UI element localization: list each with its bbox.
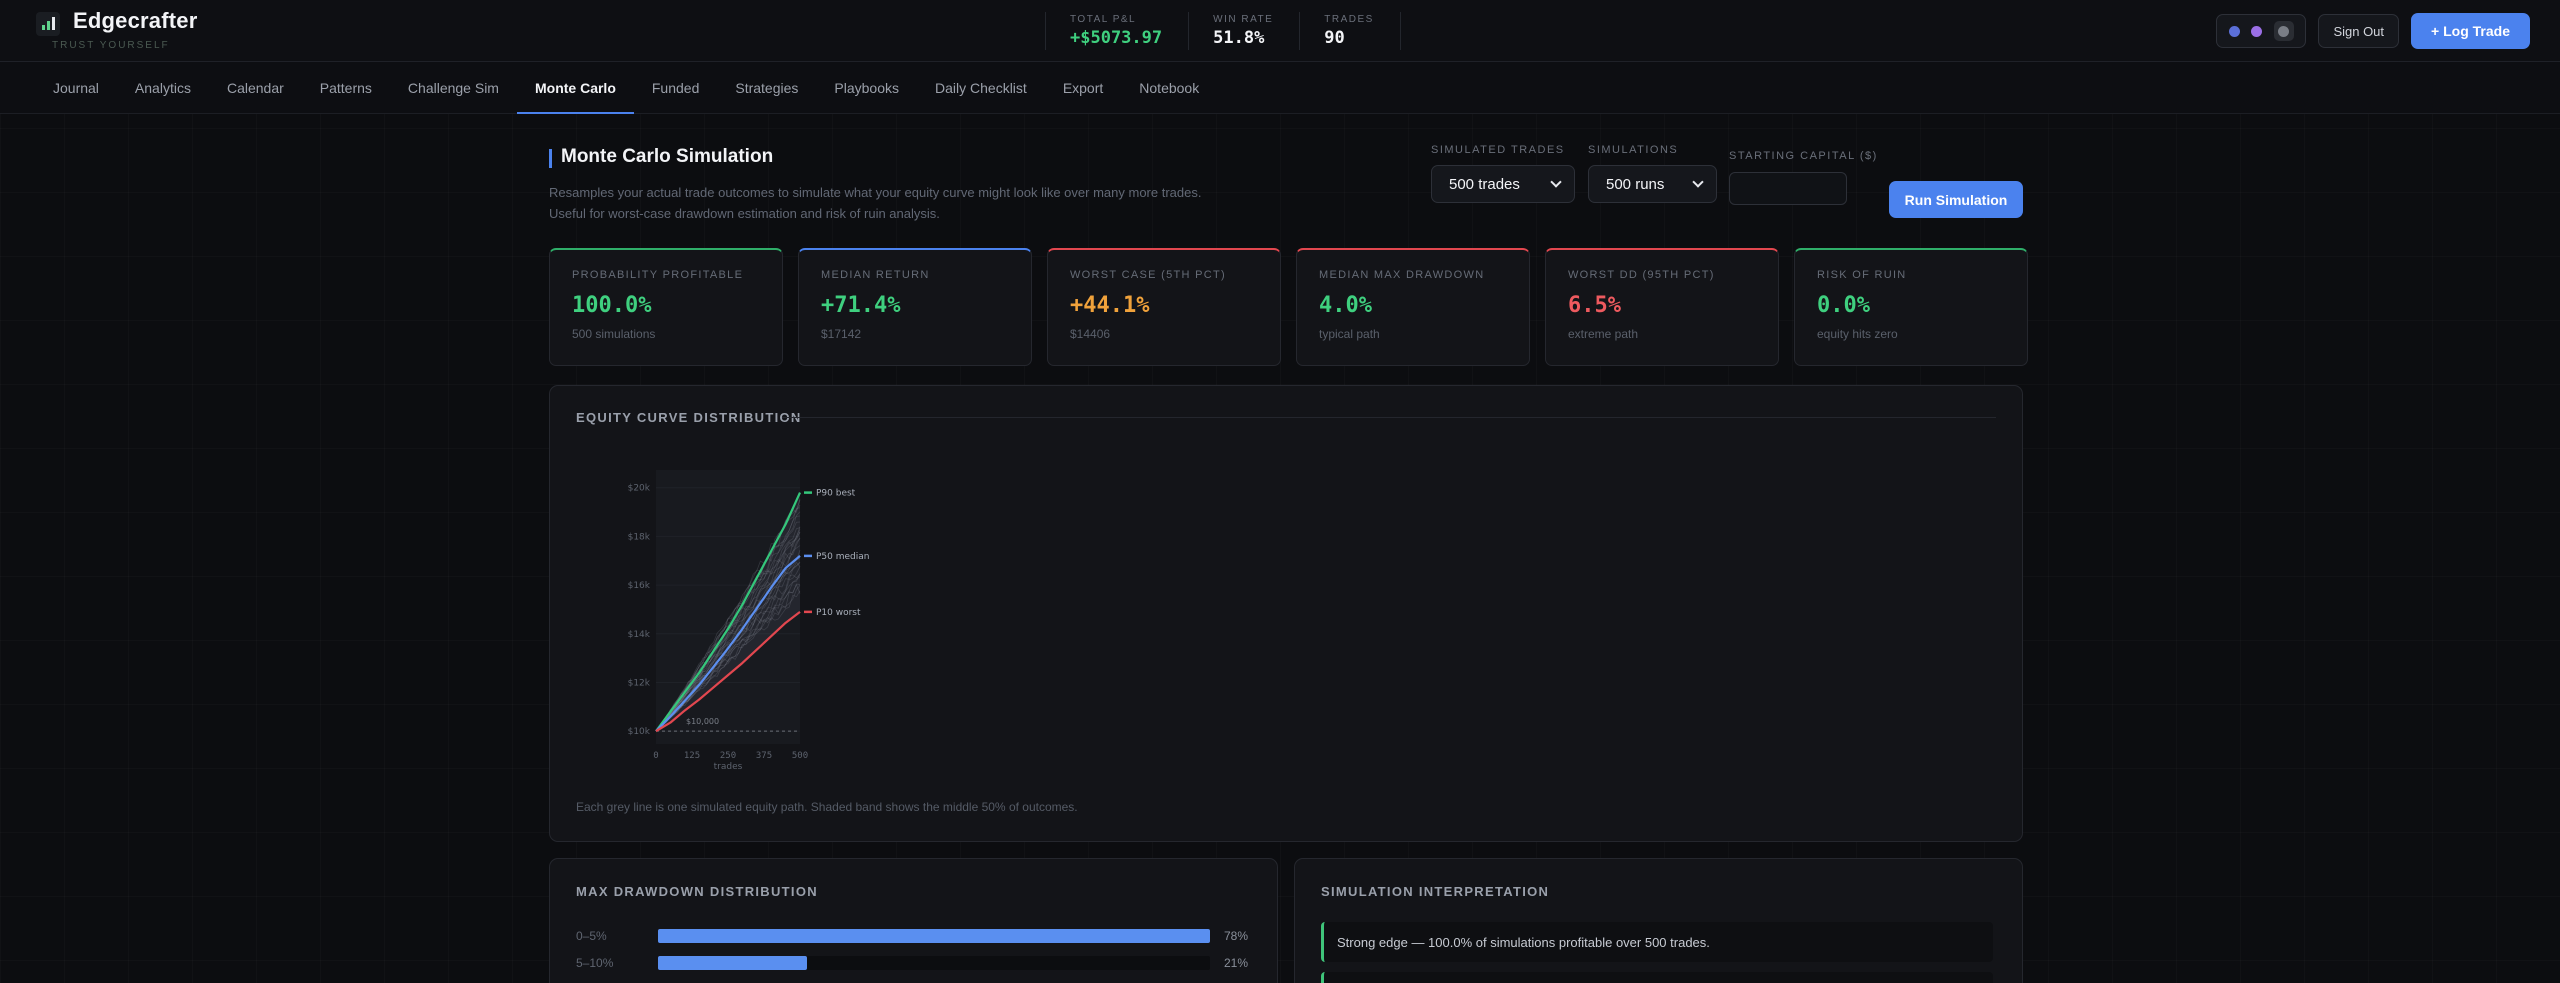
drawdown-bar [658,956,807,970]
card-value: +44.1% [1070,293,1150,318]
stat-win-rate: WIN RATE 51.8% [1189,12,1301,50]
stat-card-probability-profitable: PROBABILITY PROFITABLE 100.0% 500 simulati… [549,248,783,366]
stat-card-worst-case-5th-pct: WORST CASE (5TH PCT) +44.1% $14406 [1047,248,1281,366]
tab-patterns[interactable]: Patterns [302,62,390,114]
run-simulation-button[interactable]: Run Simulation [1889,181,2023,218]
card-label: MEDIAN MAX DRAWDOWN [1319,269,1485,281]
equity-chart-note: Each grey line is one simulated equity p… [576,800,1078,814]
tab-journal[interactable]: Journal [35,62,117,114]
starting-capital-control: STARTING CAPITAL ($) [1729,150,1878,205]
tab-analytics[interactable]: Analytics [117,62,209,114]
stat-cards: PROBABILITY PROFITABLE 100.0% 500 simulati… [549,248,2028,366]
drawdown-bucket-label: 0–5% [576,929,607,943]
tab-notebook[interactable]: Notebook [1121,62,1217,114]
drawdown-bucket-label: 5–10% [576,956,614,970]
chart-bars-icon [36,12,60,36]
tab-calendar[interactable]: Calendar [209,62,302,114]
drawdown-bar [658,929,1210,943]
tab-daily-checklist[interactable]: Daily Checklist [917,62,1045,114]
card-label: WORST CASE (5TH PCT) [1070,269,1226,281]
tab-export[interactable]: Export [1045,62,1121,114]
interpretation-item: Strong edge — 100.0% of simulations prof… [1321,922,1993,962]
simulations-select[interactable]: 500 runs [1588,165,1717,203]
app-tagline: TRUST YOURSELF [52,40,170,51]
series-label: P50 median [816,552,869,562]
simulated-trades-select[interactable]: 500 trades [1431,165,1575,203]
card-label: PROBABILITY PROFITABLE [572,269,744,281]
stat-card-median-max-drawdown: MEDIAN MAX DRAWDOWN 4.0% typical path [1296,248,1530,366]
y-tick-label: $20k [628,484,651,494]
x-tick-label: 125 [684,751,700,761]
theme-dot-purple[interactable] [2251,25,2263,37]
card-sub: typical path [1319,327,1380,341]
page-description: Resamples your actual trade outcomes to … [549,185,1202,221]
drawdown-bar-track [658,929,1210,943]
drawdown-bar-track [658,956,1210,970]
y-tick-label: $12k [628,678,651,688]
x-tick-label: 375 [756,751,772,761]
x-axis-label: trades [714,762,743,772]
stat-card-median-return: MEDIAN RETURN +71.4% $17142 [798,248,1032,366]
card-value: 4.0% [1319,293,1372,318]
main-nav: Journal Analytics Calendar Patterns Challeng… [0,62,2560,114]
card-sub: $17142 [821,327,862,341]
card-label: WORST DD (95TH PCT) [1568,269,1715,281]
y-tick-label: $10k [628,727,651,737]
equity-curve-chart: $10k $12k $14k $16k $18k $20k 0 125 250 375 500 tra… [628,470,869,772]
tab-monte-carlo[interactable]: Monte Carlo [516,62,634,114]
starting-capital-input[interactable] [1729,172,1847,205]
card-sub: 500 simulations [572,327,656,341]
series-label: P90 best [816,489,856,499]
y-tick-label: $14k [628,630,651,640]
card-value: +71.4% [821,293,901,318]
drawdown-panel-title: MAX DRAWDOWN DISTRIBUTION [576,884,818,899]
card-value: 6.5% [1568,293,1621,318]
drawdown-row: 0–5% 78% [576,929,1256,943]
tab-strategies[interactable]: Strategies [717,62,816,114]
baseline-label: $10,000 [686,717,719,726]
interpretation-item [1321,972,1993,983]
simulated-trades-control: SIMULATED TRADES 500 trades [1431,144,1575,203]
x-tick-label: 250 [720,751,736,761]
tab-funded[interactable]: Funded [634,62,717,114]
theme-switcher [2216,14,2307,48]
sign-out-button[interactable]: Sign Out [2318,14,2400,48]
card-sub: equity hits zero [1817,327,1898,341]
simulations-control: SIMULATIONS 500 runs [1588,144,1717,203]
tab-playbooks[interactable]: Playbooks [816,62,917,114]
title-accent [549,149,552,168]
equity-curve-panel: EQUITY CURVE DISTRIBUTION $10k $12k $14k $1… [549,385,2023,842]
x-tick-label: 500 [792,751,808,761]
page-title: Monte Carlo Simulation [561,146,774,167]
card-value: 100.0% [572,293,652,318]
drawdown-row: 5–10% 21% [576,956,1256,970]
interpretation-panel-title: SIMULATION INTERPRETATION [1321,884,1550,899]
stat-total-pnl: TOTAL P&L +$5073.97 [1046,12,1190,50]
app-header: Edgecrafter TRUST YOURSELF TOTAL P&L +$5… [0,0,2560,62]
card-sub: $14406 [1070,327,1111,341]
stat-card-risk-of-ruin: RISK OF RUIN 0.0% equity hits zero [1794,248,2028,366]
series-label: P10 worst [816,608,861,618]
chevron-down-icon [1550,176,1562,188]
stat-card-worst-dd-95th-pct: WORST DD (95TH PCT) 6.5% extreme path [1545,248,1779,366]
theme-dot-blue[interactable] [2229,25,2241,37]
log-trade-button[interactable]: + Log Trade [2411,13,2530,49]
header-stats: TOTAL P&L +$5073.97 WIN RATE 51.8% TRADE… [1045,12,1401,50]
card-value: 0.0% [1817,293,1870,318]
x-tick-label: 0 [653,751,658,761]
drawdown-bucket-pct: 78% [1224,929,1249,943]
drawdown-bucket-pct: 21% [1224,956,1249,970]
app-name: Edgecrafter [73,8,198,33]
stat-trades: TRADES 90 [1300,12,1401,50]
card-label: RISK OF RUIN [1817,269,1907,281]
interpretation-panel: SIMULATION INTERPRETATION Strong edge — … [1294,858,2023,983]
y-tick-label: $18k [628,532,651,542]
tab-challenge-sim[interactable]: Challenge Sim [390,62,517,114]
theme-dot-dark-selected[interactable] [2273,21,2294,41]
card-sub: extreme path [1568,327,1639,341]
y-tick-label: $16k [628,581,651,591]
max-drawdown-panel: MAX DRAWDOWN DISTRIBUTION 0–5% 78% 5–10% 21… [549,858,1278,983]
card-label: MEDIAN RETURN [821,269,930,281]
chevron-down-icon [1692,176,1704,188]
